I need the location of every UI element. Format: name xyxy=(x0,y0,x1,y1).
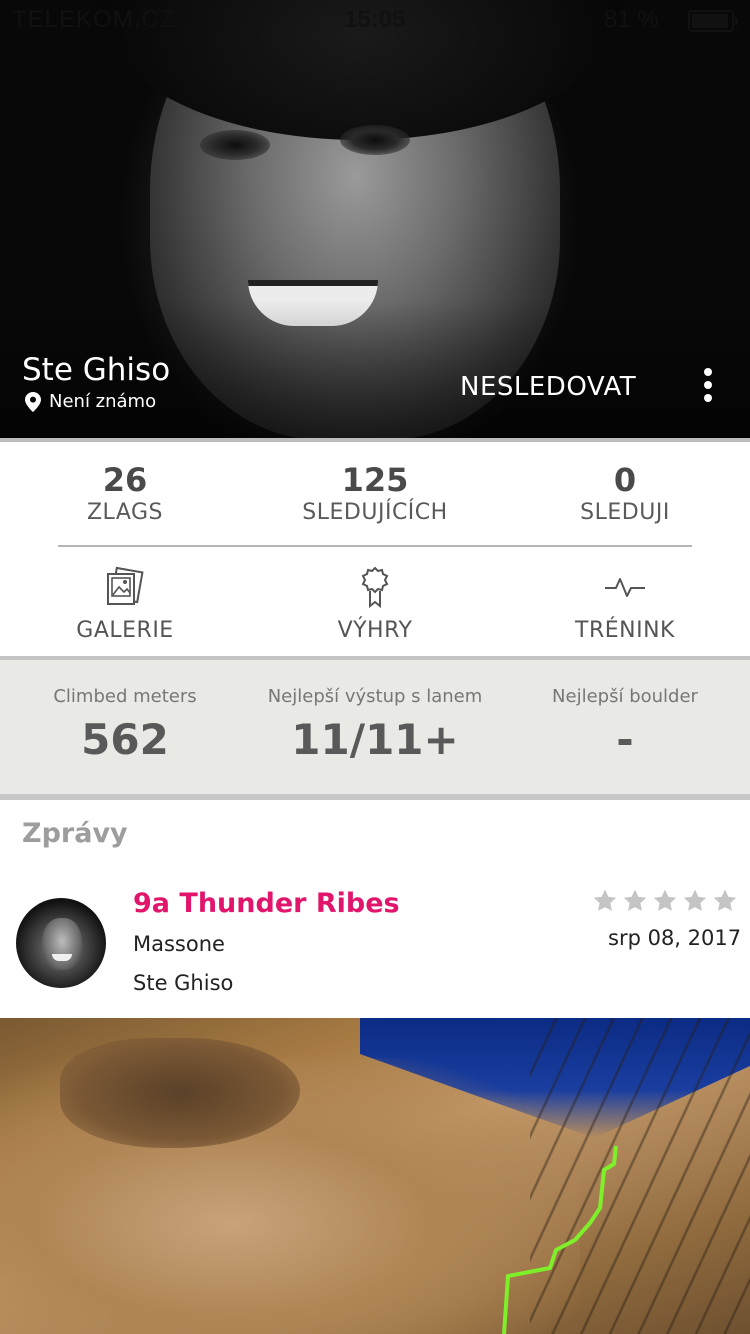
profile-name: Ste Ghiso xyxy=(22,352,171,388)
metric-value: 11/11+ xyxy=(291,715,459,764)
cover-eye-left xyxy=(200,130,270,160)
status-bar: TELEKOM.CZ 15:05 81 % xyxy=(0,0,750,40)
stat-zlags[interactable]: 26 ZLAGS xyxy=(0,442,250,525)
profile-location: Není známo xyxy=(25,391,156,412)
nav-gallery[interactable]: GALERIE xyxy=(0,548,250,643)
avatar[interactable] xyxy=(16,898,106,988)
news-item[interactable]: 9a Thunder Ribes Massone Ste Ghiso srp 0… xyxy=(0,870,750,1018)
star-icon xyxy=(623,889,647,911)
metric-label: Nejlepší boulder xyxy=(552,686,698,707)
metric-best-boulder: Nejlepší boulder - xyxy=(500,660,750,764)
metric-value: 562 xyxy=(81,715,169,764)
award-icon xyxy=(361,566,389,608)
stat-value: 125 xyxy=(341,461,409,499)
nav-awards[interactable]: VÝHRY xyxy=(250,548,500,643)
metric-label: Nejlepší výstup s lanem xyxy=(267,686,483,707)
stat-label: SLEDUJÍCÍCH xyxy=(302,500,448,525)
climbing-metrics: Climbed meters 562 Nejlepší výstup s lan… xyxy=(0,656,750,800)
star-icon xyxy=(713,889,737,911)
metric-label: Climbed meters xyxy=(53,686,197,707)
stat-value: 26 xyxy=(102,461,148,499)
stat-label: ZLAGS xyxy=(86,500,163,525)
nav-label: TRÉNINK xyxy=(575,618,675,643)
more-options-icon[interactable] xyxy=(700,368,716,404)
status-carrier: TELEKOM.CZ xyxy=(12,6,176,33)
news-section-title: Zprávy xyxy=(22,818,128,849)
status-battery-percent: 81 % xyxy=(604,6,659,33)
metric-value: - xyxy=(616,715,634,764)
stats-row: 26 ZLAGS 125 SLEDUJÍCÍCH 0 SLEDUJI xyxy=(0,442,750,546)
star-icon xyxy=(593,889,617,911)
cover-eye-right xyxy=(340,125,410,155)
battery-icon xyxy=(688,10,738,32)
nav-label: VÝHRY xyxy=(337,618,413,643)
route-name[interactable]: 9a Thunder Ribes xyxy=(133,888,400,919)
star-icon xyxy=(653,889,677,911)
stats-divider xyxy=(58,545,692,547)
avatar-face xyxy=(42,918,82,970)
metric-climbed-meters: Climbed meters 562 xyxy=(0,660,250,764)
gallery-icon xyxy=(107,566,144,605)
star-icon xyxy=(683,889,707,911)
stat-value: 0 xyxy=(613,461,637,499)
status-time: 15:05 xyxy=(344,6,406,33)
route-rating xyxy=(592,888,742,914)
activity-icon xyxy=(605,578,645,597)
route-topo-line xyxy=(502,1145,618,1334)
route-date: srp 08, 2017 xyxy=(608,926,742,950)
stat-followers[interactable]: 125 SLEDUJÍCÍCH xyxy=(250,442,500,525)
location-pin-icon xyxy=(25,391,41,412)
stat-following[interactable]: 0 SLEDUJI xyxy=(500,442,750,525)
route-crag: Massone xyxy=(133,932,225,956)
profile-nav: GALERIE VÝHRY TRÉNINK xyxy=(0,548,750,656)
nav-training[interactable]: TRÉNINK xyxy=(500,548,750,643)
unfollow-button[interactable]: NESLEDOVAT xyxy=(460,372,636,402)
stat-label: SLEDUJI xyxy=(580,500,670,525)
route-photo[interactable] xyxy=(0,1018,750,1334)
profile-cover-photo: TELEKOM.CZ 15:05 81 % Ste Ghiso Není zná… xyxy=(0,0,750,440)
metric-best-rope: Nejlepší výstup s lanem 11/11+ xyxy=(250,660,500,764)
nav-label: GALERIE xyxy=(76,618,174,643)
route-user: Ste Ghiso xyxy=(133,971,234,995)
location-label: Není známo xyxy=(49,391,157,412)
